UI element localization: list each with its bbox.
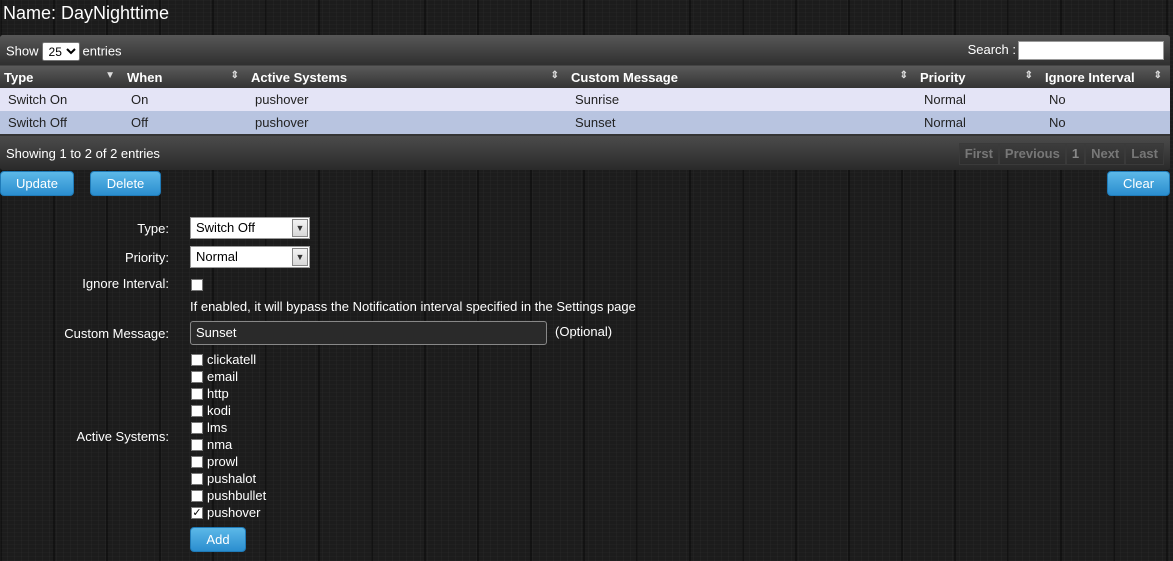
system-checkbox-prowl[interactable] bbox=[191, 456, 203, 468]
cell-active-systems: pushover bbox=[247, 111, 567, 134]
column-header-ignore-interval[interactable]: Ignore Interval ⇕ bbox=[1041, 66, 1170, 88]
cell-type: Switch Off bbox=[0, 111, 123, 134]
ignore-interval-label: Ignore Interval: bbox=[82, 276, 169, 291]
optional-note: (Optional) bbox=[555, 324, 613, 339]
priority-select[interactable]: Normal ▼ bbox=[190, 246, 310, 268]
table-header-row: Type ▼ When ⇕ Active Systems ⇕ Custom Messa… bbox=[0, 66, 1170, 88]
add-button[interactable]: Add bbox=[190, 527, 246, 552]
column-header-type[interactable]: Type ▼ bbox=[0, 66, 123, 88]
column-header-priority[interactable]: Priority ⇕ bbox=[916, 66, 1041, 88]
search-label: Search : bbox=[967, 41, 1016, 57]
cell-when: On bbox=[123, 88, 247, 111]
system-label-lms: lms bbox=[207, 420, 228, 435]
custom-message-input[interactable]: Sunset bbox=[190, 321, 547, 345]
pager-previous[interactable]: Previous bbox=[998, 143, 1066, 165]
priority-select-value: Normal bbox=[196, 249, 238, 264]
entries-label: entries bbox=[82, 43, 122, 59]
custom-message-label: Custom Message: bbox=[64, 326, 169, 341]
type-label: Type: bbox=[137, 221, 169, 236]
cell-priority: Normal bbox=[916, 111, 1041, 134]
update-button[interactable]: Update bbox=[0, 171, 74, 196]
cell-when: Off bbox=[123, 111, 247, 134]
system-label-pushover: pushover bbox=[207, 505, 261, 520]
sort-both-icon: ⇕ bbox=[550, 70, 559, 81]
table-toolbar: Show 25 entries Search : bbox=[0, 35, 1170, 65]
system-label-email: email bbox=[207, 369, 239, 384]
page-title: Name: DayNighttime bbox=[3, 3, 170, 23]
cell-active-systems: pushover bbox=[247, 88, 567, 111]
pager-page-1[interactable]: 1 bbox=[1065, 143, 1086, 165]
sort-both-icon: ⇕ bbox=[1024, 70, 1033, 81]
pagination: First Previous 1 Next Last bbox=[958, 143, 1164, 165]
system-checkbox-http[interactable] bbox=[191, 388, 203, 400]
sort-both-icon: ⇕ bbox=[899, 70, 908, 81]
system-checkbox-pushalot[interactable] bbox=[191, 473, 203, 485]
entries-select[interactable]: 25 bbox=[41, 42, 80, 61]
checkmark-icon: ✓ bbox=[192, 507, 202, 519]
delete-button[interactable]: Delete bbox=[90, 171, 161, 196]
table-footer: Showing 1 to 2 of 2 entries First Previo… bbox=[0, 136, 1170, 170]
clear-button[interactable]: Clear bbox=[1107, 171, 1170, 196]
table-row[interactable]: Switch On On pushover Sunrise Normal No bbox=[0, 88, 1170, 111]
cell-ignore-interval: No bbox=[1041, 111, 1170, 134]
table-row[interactable]: Switch Off Off pushover Sunset Normal No bbox=[0, 111, 1170, 134]
ignore-interval-checkbox[interactable] bbox=[191, 279, 203, 291]
sort-both-icon: ⇕ bbox=[230, 70, 239, 81]
system-checkbox-clickatell[interactable] bbox=[191, 354, 203, 366]
type-select[interactable]: Switch Off ▼ bbox=[190, 217, 310, 239]
system-checkbox-nma[interactable] bbox=[191, 439, 203, 451]
pager-next[interactable]: Next bbox=[1085, 143, 1126, 165]
system-label-pushalot: pushalot bbox=[207, 471, 257, 486]
system-label-clickatell: clickatell bbox=[207, 352, 257, 367]
sort-desc-icon: ▼ bbox=[105, 70, 115, 81]
entries-length-control: Show 25 entries bbox=[6, 42, 122, 61]
system-checkbox-pushover[interactable]: ✓ bbox=[191, 507, 203, 519]
column-header-when[interactable]: When ⇕ bbox=[123, 66, 247, 88]
system-label-nma: nma bbox=[207, 437, 233, 452]
priority-label: Priority: bbox=[124, 250, 169, 265]
show-label: Show bbox=[6, 43, 39, 59]
system-checkbox-email[interactable] bbox=[191, 371, 203, 383]
cell-custom-message: Sunset bbox=[567, 111, 916, 134]
column-header-custom-message[interactable]: Custom Message ⇕ bbox=[567, 66, 916, 88]
ignore-interval-help: If enabled, it will bypass the Notificat… bbox=[190, 299, 636, 314]
cell-type: Switch On bbox=[0, 88, 123, 111]
search-control: Search : bbox=[968, 41, 1164, 60]
type-select-value: Switch Off bbox=[196, 220, 256, 235]
system-checkbox-pushbullet[interactable] bbox=[191, 490, 203, 502]
system-label-pushbullet: pushbullet bbox=[207, 488, 267, 503]
notifications-table-panel: Show 25 entries Search : Type ▼ When ⇕ Activ… bbox=[0, 35, 1170, 170]
cell-priority: Normal bbox=[916, 88, 1041, 111]
pager-first[interactable]: First bbox=[958, 143, 999, 165]
chevron-down-icon: ▼ bbox=[292, 248, 308, 266]
active-systems-label: Active Systems: bbox=[76, 429, 169, 444]
system-label-http: http bbox=[207, 386, 229, 401]
system-label-kodi: kodi bbox=[207, 403, 231, 418]
column-header-active-systems[interactable]: Active Systems ⇕ bbox=[247, 66, 567, 88]
system-checkbox-kodi[interactable] bbox=[191, 405, 203, 417]
cell-custom-message: Sunrise bbox=[567, 88, 916, 111]
chevron-down-icon: ▼ bbox=[292, 219, 308, 237]
search-input[interactable] bbox=[1018, 41, 1164, 60]
notifications-table: Type ▼ When ⇕ Active Systems ⇕ Custom Messa… bbox=[0, 66, 1170, 134]
table-info: Showing 1 to 2 of 2 entries bbox=[6, 146, 160, 161]
sort-both-icon: ⇕ bbox=[1153, 70, 1162, 81]
pager-last[interactable]: Last bbox=[1125, 143, 1164, 165]
system-checkbox-lms[interactable] bbox=[191, 422, 203, 434]
cell-ignore-interval: No bbox=[1041, 88, 1170, 111]
system-label-prowl: prowl bbox=[207, 454, 239, 469]
